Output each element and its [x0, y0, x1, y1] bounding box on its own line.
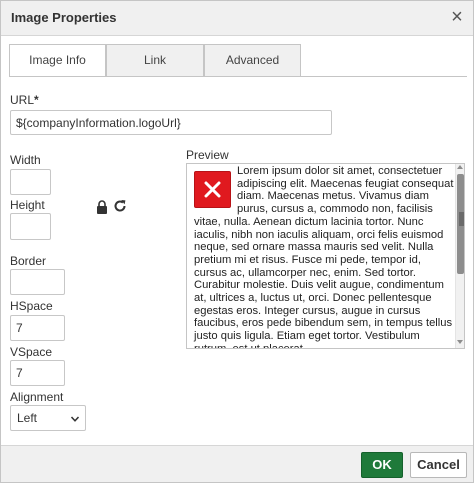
width-label: Width — [10, 153, 41, 167]
broken-image-icon — [194, 171, 231, 208]
scroll-up-arrow-icon[interactable] — [457, 165, 463, 169]
tab-link[interactable]: Link — [106, 44, 204, 76]
required-mark: * — [34, 93, 39, 107]
preview-content: Lorem ipsum dolor sit amet, consectetuer… — [194, 165, 456, 349]
vspace-label: VSpace — [10, 345, 53, 359]
reset-size-icon[interactable] — [113, 199, 127, 213]
preview-lorem-text: Lorem ipsum dolor sit amet, consectetuer… — [194, 165, 454, 349]
hspace-input[interactable] — [10, 315, 65, 341]
vspace-input[interactable] — [10, 360, 65, 386]
ok-button[interactable]: OK — [361, 452, 403, 478]
alignment-value: Left — [17, 411, 38, 425]
url-input[interactable] — [10, 110, 332, 135]
dialog-footer: OK Cancel — [1, 445, 473, 482]
preview-panel[interactable]: Lorem ipsum dolor sit amet, consectetuer… — [186, 163, 465, 349]
image-properties-dialog: Image Properties × Image Info Link Advan… — [0, 0, 474, 483]
height-label: Height — [10, 198, 45, 212]
scroll-down-arrow-icon[interactable] — [457, 340, 463, 344]
cancel-button[interactable]: Cancel — [410, 452, 467, 478]
dialog-titlebar: Image Properties × — [1, 1, 473, 36]
preview-resize-handle[interactable] — [459, 212, 464, 226]
tab-advanced[interactable]: Advanced — [204, 44, 301, 76]
tab-divider — [9, 76, 467, 77]
alignment-label: Alignment — [10, 390, 64, 404]
url-label: URL* — [10, 93, 39, 107]
alignment-select[interactable]: Left — [10, 405, 86, 431]
width-input[interactable] — [10, 169, 51, 195]
tab-image-info[interactable]: Image Info — [9, 44, 106, 77]
preview-scrollbar[interactable] — [455, 164, 464, 348]
url-label-text: URL — [10, 93, 35, 107]
lock-icon[interactable] — [96, 200, 108, 214]
close-icon[interactable]: × — [447, 7, 467, 27]
border-label: Border — [10, 254, 47, 268]
preview-label: Preview — [186, 148, 229, 162]
chevron-down-icon — [71, 416, 79, 422]
hspace-label: HSpace — [10, 299, 53, 313]
border-input[interactable] — [10, 269, 65, 295]
x-mark-icon — [204, 181, 221, 198]
height-input[interactable] — [10, 213, 51, 240]
dialog-title: Image Properties — [11, 10, 117, 25]
